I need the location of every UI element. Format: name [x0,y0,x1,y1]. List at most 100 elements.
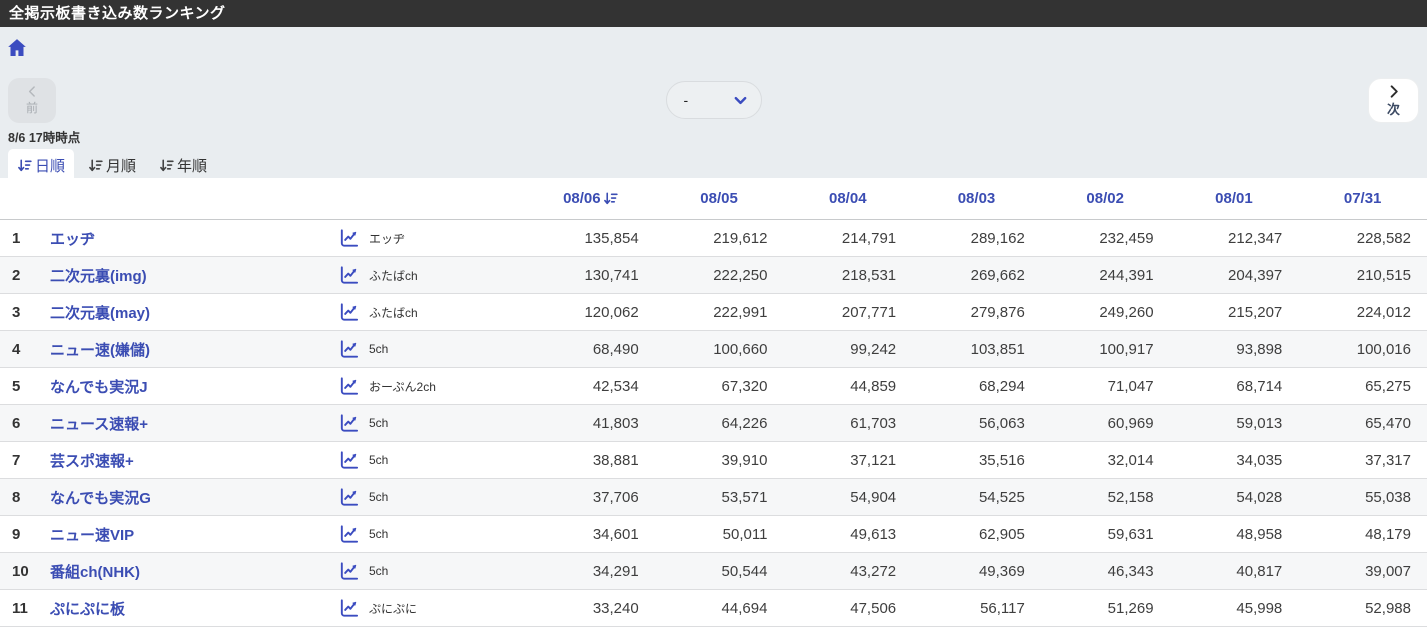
site-cell: 5ch [338,413,526,434]
table-row: 10 番組ch(NHK) 5ch 34,291 50,544 43,272 49,369 46… [0,553,1427,590]
board-link[interactable]: 芸スポ速報+ [50,453,134,470]
date-column-header[interactable]: 07/31 [1298,190,1427,207]
line-chart-icon [340,413,359,432]
board-link[interactable]: なんでも実況G [50,490,151,507]
count-cell: 56,117 [980,599,1025,617]
count-cell: 249,260 [1099,303,1154,321]
count-cell: 269,662 [970,266,1025,284]
count-cell: 67,320 [721,377,768,395]
table-body: 1 エッヂ エッヂ 135,854 219,612 214,791 289,162 232,4… [0,220,1427,627]
count-cell: 41,803 [592,414,639,432]
home-icon [8,39,26,56]
rank-cell: 3 [12,303,21,321]
chart-link[interactable] [338,524,359,545]
count-cell: 42,534 [592,377,639,395]
count-cell: 46,343 [1107,562,1154,580]
chevron-down-icon [734,96,746,104]
chart-link[interactable] [338,598,359,619]
chart-link[interactable] [338,487,359,508]
period-dropdown[interactable]: - [665,81,762,119]
line-chart-icon [340,339,359,358]
count-cell: 35,516 [978,451,1025,469]
line-chart-icon [340,561,359,580]
count-cell: 33,240 [592,599,639,617]
tab-label: 月順 [106,158,137,175]
date-column-header[interactable]: 08/02 [1041,190,1170,207]
site-label: 5ch [369,490,389,504]
home-button[interactable] [5,36,29,60]
table-row: 6 ニュース速報+ 5ch 41,803 64,226 61,703 56,063 60,96… [0,405,1427,442]
board-name-cell: 番組ch(NHK) [50,561,338,582]
count-cell: 219,612 [713,229,768,247]
table-row: 5 なんでも実況J おーぷん2ch 42,534 67,320 44,859 68,294 7… [0,368,1427,405]
count-cell: 39,007 [1365,562,1411,580]
period-dropdown-value: - [683,92,689,108]
board-link[interactable]: ぷにぷに板 [50,601,125,618]
table-row: 11 ぷにぷに板 ぷにぷに 33,240 44,694 47,506 56,117 51,26… [0,590,1427,627]
chart-link[interactable] [338,302,359,323]
site-label: 5ch [369,527,389,541]
date-column-header[interactable]: 08/06 [526,190,655,207]
rank-cell: 6 [12,414,21,432]
count-cell: 68,294 [978,377,1025,395]
site-label: おーぷん2ch [369,379,436,394]
date-column-header[interactable]: 08/05 [655,190,784,207]
sort-descending-icon [18,159,32,172]
count-cell: 52,988 [1365,599,1411,617]
chart-link[interactable] [338,265,359,286]
date-column-header[interactable]: 08/01 [1170,190,1299,207]
board-link[interactable]: ニュー速VIP [50,527,134,544]
board-link[interactable]: エッヂ [50,231,95,248]
site-cell: ふたばch [338,302,526,323]
date-column-header[interactable]: 08/04 [783,190,912,207]
chevron-left-icon [28,86,35,97]
count-cell: 37,317 [1365,451,1411,469]
table-row: 9 ニュー速VIP 5ch 34,601 50,011 49,613 62,905 59,63… [0,516,1427,553]
date-column-header[interactable]: 08/03 [912,190,1041,207]
page-title: 全掲示板書き込み数ランキング [9,5,226,22]
count-cell: 47,506 [850,599,897,617]
table-row: 3 二次元裏(may) ふたばch 120,062 222,991 207,771 279,… [0,294,1427,331]
timestamp: 8/6 17時時点 [8,131,81,145]
site-cell: 5ch [338,561,526,582]
count-cell: 71,047 [1107,377,1154,395]
prev-button[interactable]: 前 [8,78,56,123]
site-label: 5ch [369,416,389,430]
line-chart-icon [340,524,359,543]
count-cell: 93,898 [1236,340,1283,358]
prev-button-label: 前 [25,101,38,115]
count-cell: 55,038 [1365,488,1411,506]
site-cell: ぷにぷに [338,598,526,619]
chart-link[interactable] [338,228,359,249]
board-link[interactable]: なんでも実況J [50,379,148,396]
board-link[interactable]: ニュー速(嫌儲) [50,342,150,359]
chart-link[interactable] [338,450,359,471]
count-cell: 62,905 [978,525,1025,543]
board-link[interactable]: ニュース速報+ [50,416,148,433]
date-column-label: 07/31 [1343,190,1382,207]
date-column-label: 08/06 [563,190,601,207]
board-name-cell: 芸スポ速報+ [50,450,338,471]
rank-cell: 7 [12,451,21,469]
board-link[interactable]: 二次元裏(may) [50,305,150,322]
count-cell: 68,490 [592,340,639,358]
board-link[interactable]: 二次元裏(img) [50,268,147,285]
board-link[interactable]: 番組ch(NHK) [50,564,140,581]
site-cell: 5ch [338,487,526,508]
count-cell: 224,012 [1356,303,1411,321]
chart-link[interactable] [338,561,359,582]
board-name-cell: 二次元裏(may) [50,302,338,323]
next-button[interactable]: 次 [1368,78,1419,123]
line-chart-icon [340,228,359,247]
count-cell: 215,207 [1228,303,1283,321]
chart-link[interactable] [338,376,359,397]
rank-cell: 5 [12,377,21,395]
table-row: 1 エッヂ エッヂ 135,854 219,612 214,791 289,162 232,4… [0,220,1427,257]
chart-link[interactable] [338,413,359,434]
table-header-row: 08/06 08/05 08/04 08/03 08/02 08/01 07/31 [0,178,1427,220]
chevron-right-icon [1390,84,1398,98]
site-cell: ふたばch [338,265,526,286]
count-cell: 99,242 [850,340,897,358]
count-cell: 232,459 [1099,229,1154,247]
chart-link[interactable] [338,339,359,360]
